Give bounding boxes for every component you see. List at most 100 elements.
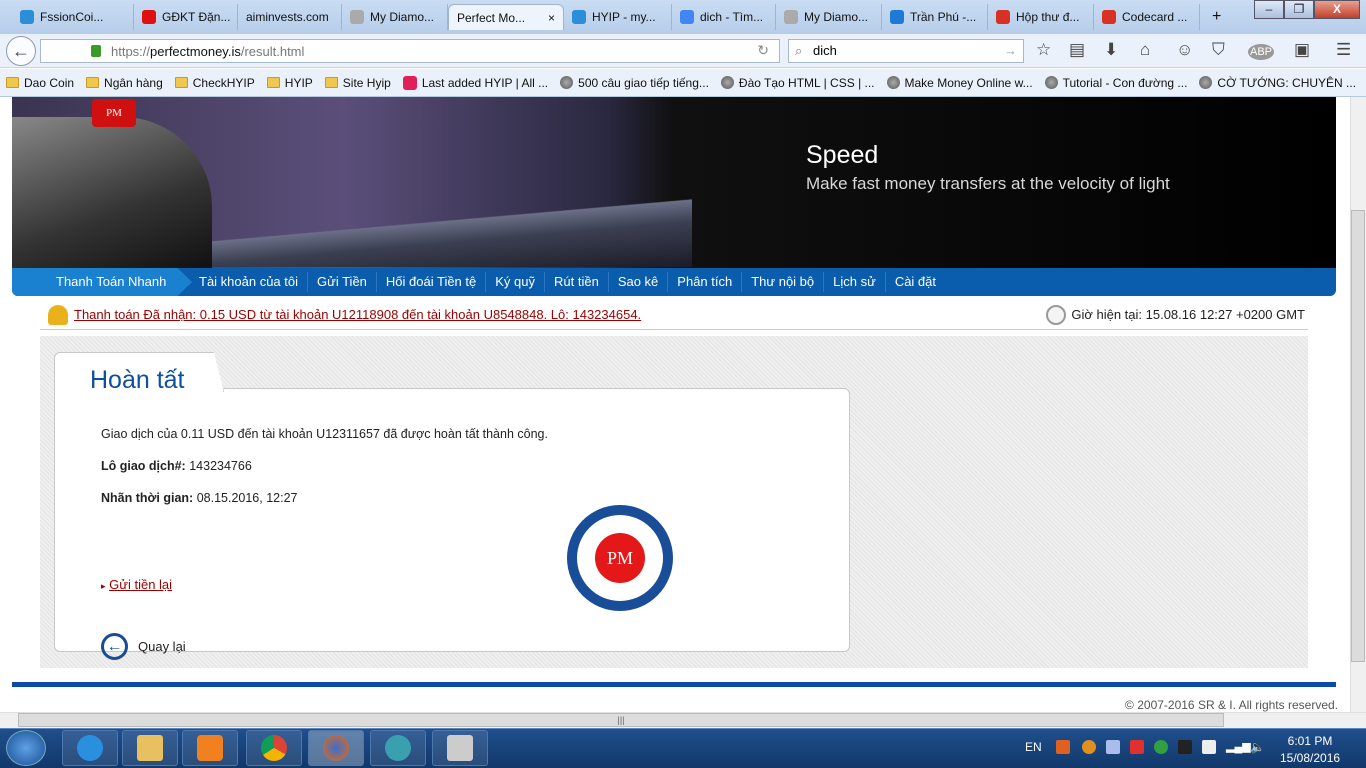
timestamp-label: Nhãn thời gian: <box>101 491 194 505</box>
clock-icon <box>1046 304 1067 325</box>
bookmark-item[interactable]: CheckHYIP <box>169 76 261 90</box>
menu-item[interactable]: Phân tích <box>667 272 741 292</box>
tab-11[interactable]: Codecard ... <box>1094 4 1200 30</box>
back-button[interactable]: ← <box>6 36 36 66</box>
pm-logo: PM <box>92 99 136 127</box>
bookmark-star-icon[interactable]: ☆ <box>1036 40 1051 60</box>
close-tab-icon[interactable]: × <box>548 11 555 25</box>
tab-6[interactable]: HYIP - my... <box>564 4 672 30</box>
timestamp-value: 08.15.2016, 12:27 <box>196 491 298 505</box>
tab-label: dich - Tìm... <box>700 10 764 24</box>
tray-icon-2[interactable] <box>1082 740 1096 754</box>
adblock-icon[interactable]: ABP <box>1248 44 1275 60</box>
clock-time: 6:01 PM <box>1287 734 1333 748</box>
diamond-icon <box>350 10 364 24</box>
bell-icon <box>48 304 68 325</box>
bookmark-item[interactable]: Dao Coin <box>0 76 80 90</box>
tab-7[interactable]: dich - Tìm... <box>672 4 776 30</box>
bookmark-item[interactable]: Tutorial - Con đường ... <box>1039 76 1194 90</box>
search-go-icon[interactable]: → <box>1004 40 1017 62</box>
bookmark-item[interactable]: Ngân hàng <box>80 76 169 90</box>
back-link[interactable]: ← Quay lại <box>101 633 186 660</box>
language-indicator[interactable]: EN <box>1025 740 1042 754</box>
tab-2[interactable]: GĐKT Đặn... <box>134 4 238 30</box>
tab-label: FssionCoi... <box>40 10 104 24</box>
menu-item[interactable]: Ký quỹ <box>485 272 544 292</box>
system-clock[interactable]: 6:01 PM 15/08/2016 <box>1280 733 1340 767</box>
pocket-icon[interactable]: ⛉ <box>1212 40 1225 60</box>
menu-icon[interactable]: ☰ <box>1336 40 1351 60</box>
menu-item[interactable]: Sao kê <box>607 272 667 292</box>
tab-5[interactable]: Perfect Mo... × <box>448 4 564 30</box>
menu-item[interactable]: Hối đoái Tiền tệ <box>375 272 485 292</box>
smiley-icon[interactable]: ☺ <box>1176 40 1193 60</box>
menu-item[interactable]: Thư nội bộ <box>741 272 823 292</box>
maximize-button[interactable]: ❐ <box>1284 0 1314 19</box>
bookmark-item[interactable]: Make Money Online w... <box>881 76 1039 90</box>
lock-icon <box>91 45 101 57</box>
network-monitor-icon[interactable] <box>1178 740 1192 754</box>
start-button[interactable] <box>6 730 46 766</box>
volume-icon[interactable]: 🔈 <box>1250 740 1265 754</box>
tray-icon-4[interactable] <box>1130 740 1144 754</box>
bookmark-item[interactable]: CỜ TƯỚNG: CHUYÊN ... <box>1193 76 1362 90</box>
bookmark-item[interactable]: Đào Tạo HTML | CSS | ... <box>715 76 881 90</box>
completed-stamp: PM <box>567 505 673 611</box>
minimize-button[interactable]: – <box>1254 0 1284 19</box>
new-tab-button[interactable]: + <box>1204 4 1229 30</box>
vertical-scroll-thumb[interactable] <box>1351 210 1365 662</box>
url-path: /result.html <box>240 43 305 59</box>
globe-icon <box>886 76 900 89</box>
taskbar-calculator[interactable] <box>432 730 488 766</box>
bookmark-item[interactable]: HYIP <box>261 76 319 90</box>
tab-8[interactable]: My Diamo... <box>776 4 882 30</box>
extension-icon[interactable]: ▣ <box>1294 40 1310 60</box>
taskbar-media[interactable] <box>182 730 238 766</box>
menu-item[interactable]: Cài đặt <box>884 272 945 292</box>
menu-item[interactable]: Rút tiền <box>544 272 608 292</box>
bookmarks-overflow-button[interactable]: » <box>1362 76 1366 90</box>
home-icon[interactable]: ⌂ <box>1140 40 1150 60</box>
resend-link[interactable]: Gửi tiền lại <box>109 577 172 592</box>
bookmark-item[interactable]: Site Hyip <box>319 76 397 90</box>
reload-icon[interactable]: ↻ <box>757 42 769 59</box>
media-player-icon <box>197 735 223 761</box>
tab-10[interactable]: Hộp thư đ... <box>988 4 1094 30</box>
payment-received-link[interactable]: Thanh toán Đã nhận: 0.15 USD từ tài khoả… <box>74 307 641 322</box>
tray-icon-3[interactable] <box>1106 740 1120 754</box>
taskbar-ie[interactable] <box>62 730 118 766</box>
download-icon[interactable]: ⬇ <box>1104 40 1118 60</box>
horizontal-scroll-thumb[interactable]: ||| <box>18 713 1224 727</box>
signal-icon[interactable]: ▂▄▆ <box>1226 740 1251 754</box>
tab-label: My Diamo... <box>370 10 435 24</box>
url-bar[interactable]: https://perfectmoney.is/result.html ↻ <box>40 39 780 63</box>
taskbar-app[interactable] <box>370 730 426 766</box>
t-icon <box>142 10 156 24</box>
taskbar-chrome[interactable] <box>246 730 302 766</box>
tab-1[interactable]: FssionCoi... <box>12 4 134 30</box>
taskbar-firefox[interactable] <box>308 730 364 766</box>
power-icon[interactable] <box>1202 740 1216 754</box>
close-window-button[interactable]: X <box>1314 0 1360 19</box>
tab-4[interactable]: My Diamo... <box>342 4 448 30</box>
menu-quick-pay[interactable]: Thanh Toán Nhanh <box>12 268 192 296</box>
tab-3[interactable]: aiminvests.com <box>238 4 342 30</box>
bookmark-item[interactable]: 500 câu giao tiếp tiếng... <box>554 76 715 90</box>
current-time-text: Giờ hiện tại: 15.08.16 12:27 +0200 GMT <box>1071 307 1305 322</box>
tray-icon-1[interactable] <box>1056 740 1070 754</box>
taskbar-explorer[interactable] <box>122 730 178 766</box>
window-controls: – ❐ X <box>1254 0 1360 19</box>
menu-item[interactable]: Tài khoản của tôi <box>190 272 307 292</box>
tab-9[interactable]: Trần Phú -... <box>882 4 988 30</box>
globe-icon <box>1199 76 1213 89</box>
current-time: Giờ hiện tại: 15.08.16 12:27 +0200 GMT <box>1046 304 1305 325</box>
chrome-icon <box>261 735 287 761</box>
reading-list-icon[interactable]: ▤ <box>1069 40 1085 60</box>
bookmark-item[interactable]: Last added HYIP | All ... <box>397 75 554 90</box>
search-input[interactable]: ⌕ dich → <box>788 39 1024 63</box>
tray-icon-5[interactable] <box>1154 740 1168 754</box>
tab-label: Codecard ... <box>1122 10 1188 24</box>
menu-item[interactable]: Gửi Tiền <box>307 272 376 292</box>
menu-item[interactable]: Lịch sử <box>823 272 885 292</box>
content-panel: Giao dịch của 0.11 USD đến tài khoản U12… <box>40 336 1308 668</box>
